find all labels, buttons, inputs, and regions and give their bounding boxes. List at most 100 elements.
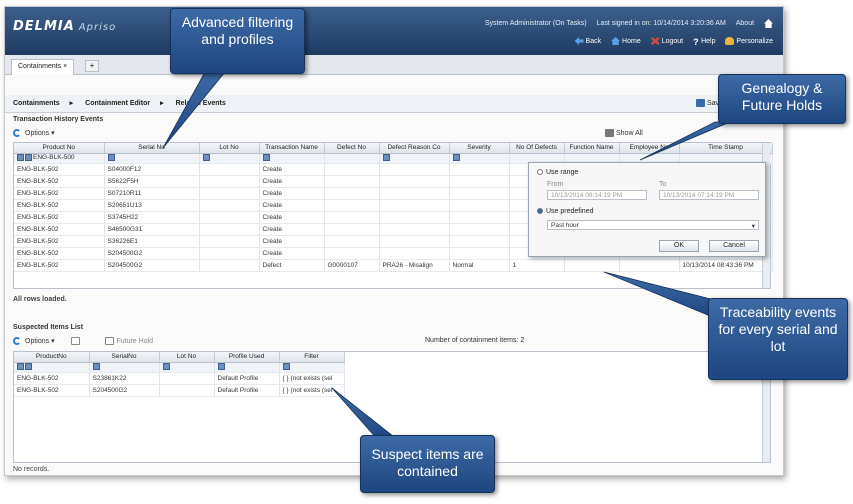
filter-icon[interactable] <box>202 154 210 162</box>
table-cell: S204500G2 <box>104 247 200 260</box>
filter-icon[interactable] <box>25 363 32 371</box>
home-button[interactable]: Home <box>611 37 641 45</box>
filter-icon[interactable] <box>17 363 24 371</box>
radio-selected-icon[interactable] <box>537 208 543 215</box>
table-cell: Default Profile <box>214 372 280 385</box>
serial-filter[interactable] <box>104 153 200 164</box>
table-cell <box>449 163 510 176</box>
breadcrumb-containments[interactable]: Containments <box>13 100 60 107</box>
add-tab-button[interactable]: + <box>85 60 99 72</box>
back-button[interactable]: Back <box>574 37 601 45</box>
refresh-icon[interactable] <box>13 129 21 138</box>
table-cell: Defect <box>259 259 325 272</box>
table-cell: PRA26 - Misalign <box>379 259 450 272</box>
filter-icon[interactable] <box>217 363 225 371</box>
lot-filter[interactable] <box>159 362 215 373</box>
transaction-section-title: Transaction History Events <box>13 116 104 123</box>
table-cell <box>324 247 380 260</box>
suspected-options[interactable]: Options ▾ Future Hold <box>13 337 153 346</box>
predefined-select[interactable]: Past hour ▾ <box>547 220 759 230</box>
defect-filter[interactable] <box>324 153 380 164</box>
table-cell: S5622F5H <box>104 175 200 188</box>
table-row[interactable]: ENG-BLK-502 S23861K22 Default Profile{ } (… <box>14 372 345 385</box>
column-header[interactable]: SerialNo <box>89 352 160 363</box>
table-cell: S36226E1 <box>104 235 200 248</box>
cancel-button[interactable]: Cancel <box>709 240 759 252</box>
column-header[interactable]: Profile Used <box>214 352 280 363</box>
table-cell <box>199 163 260 176</box>
filter-filter[interactable] <box>279 362 345 373</box>
severity-filter[interactable] <box>449 153 510 164</box>
filter-icon[interactable] <box>17 154 24 162</box>
reason-filter[interactable] <box>379 153 450 164</box>
refresh-icon[interactable] <box>13 337 21 346</box>
filter-icon[interactable] <box>452 154 460 162</box>
about-link[interactable]: About <box>736 20 754 27</box>
table-cell: ENG-BLK-502 <box>14 199 105 212</box>
from-date-input[interactable]: 10/13/2014 08:14:19 PM <box>547 190 647 200</box>
home-icon[interactable] <box>764 19 773 28</box>
column-header[interactable]: Lot No <box>199 143 260 154</box>
table-cell <box>324 199 380 212</box>
user-info: System Administrator (On Tasks) Last sig… <box>477 19 773 28</box>
column-header[interactable]: Severity <box>449 143 510 154</box>
table-cell: S04000F12 <box>104 163 200 176</box>
use-predefined-option[interactable]: Use predefined <box>537 208 593 215</box>
chevron-down-icon: ▾ <box>751 223 755 230</box>
transaction-filter[interactable] <box>259 153 325 164</box>
column-header[interactable]: Employee No <box>619 143 680 154</box>
column-header[interactable]: Transaction Name <box>259 143 325 154</box>
table-cell <box>324 223 380 236</box>
help-button[interactable]: ? Help <box>693 37 715 47</box>
serial-filter[interactable] <box>89 362 160 373</box>
product-filter[interactable]: ENG-BLK-500 <box>14 153 105 164</box>
breadcrumb-related-events[interactable]: Related Events <box>176 100 226 107</box>
filter-icon[interactable] <box>25 154 32 162</box>
checkbox-icon[interactable] <box>105 337 115 346</box>
to-label: To <box>659 181 667 188</box>
filter-icon[interactable] <box>282 363 290 371</box>
column-header[interactable]: Time Stamp <box>679 143 773 154</box>
column-header[interactable]: No Of Defects <box>509 143 565 154</box>
table-row[interactable]: ENG-BLK-502 S204500G2 Defect G0000107 PRA26 … <box>14 259 773 272</box>
filter-icon[interactable] <box>92 363 100 371</box>
tab-containments[interactable]: Containments × <box>11 59 75 75</box>
column-header[interactable]: Defect No <box>324 143 380 154</box>
column-header[interactable]: Serial No <box>104 143 200 154</box>
table-cell <box>324 175 380 188</box>
to-date-input[interactable]: 10/13/2014 07:14:19 PM <box>659 190 759 200</box>
table-cell: S204500G2 <box>89 384 160 397</box>
lot-filter[interactable] <box>199 153 260 164</box>
use-range-option[interactable]: Use range <box>537 169 578 176</box>
table-cell <box>449 175 510 188</box>
filter-icon[interactable] <box>107 154 115 162</box>
column-header[interactable]: Lot No <box>159 352 215 363</box>
column-header[interactable]: Product No <box>14 143 105 154</box>
filter-icon[interactable] <box>382 154 390 162</box>
genealogy-callout: Genealogy & Future Holds <box>718 74 846 124</box>
table-cell <box>324 187 380 200</box>
personalize-button[interactable]: Personalize <box>725 37 773 45</box>
column-header[interactable]: ProductNo <box>14 352 90 363</box>
breadcrumb-containment-editor[interactable]: Containment Editor <box>85 100 150 107</box>
table-cell <box>199 247 260 260</box>
filter-icon[interactable] <box>262 154 270 162</box>
product-filter[interactable] <box>14 362 90 373</box>
table-row[interactable]: ENG-BLK-502 S204500G2 Default Profile{ } (… <box>14 384 345 397</box>
table-cell: ENG-BLK-502 <box>14 247 105 260</box>
checkbox-icon[interactable] <box>70 337 80 346</box>
suspected-section-title: Suspected Items List <box>13 324 84 331</box>
filter-icon[interactable] <box>162 363 170 371</box>
logout-button[interactable]: Logout <box>650 37 683 45</box>
table-cell: Create <box>259 235 325 248</box>
column-header[interactable]: Defect Reason Co <box>379 143 450 154</box>
column-header[interactable]: Function Name <box>564 143 620 154</box>
show-all-toggle[interactable]: Show All <box>605 129 643 137</box>
radio-icon[interactable] <box>537 169 543 176</box>
ok-button[interactable]: OK <box>659 240 699 252</box>
column-header[interactable]: Filter <box>279 352 345 363</box>
last-signed: Last signed in on: 10/14/2014 3:20:36 AM <box>596 20 726 28</box>
transaction-options[interactable]: Options ▾ <box>13 129 55 138</box>
user-status: System Administrator (On Tasks) <box>484 20 587 28</box>
profile-filter[interactable] <box>214 362 280 373</box>
